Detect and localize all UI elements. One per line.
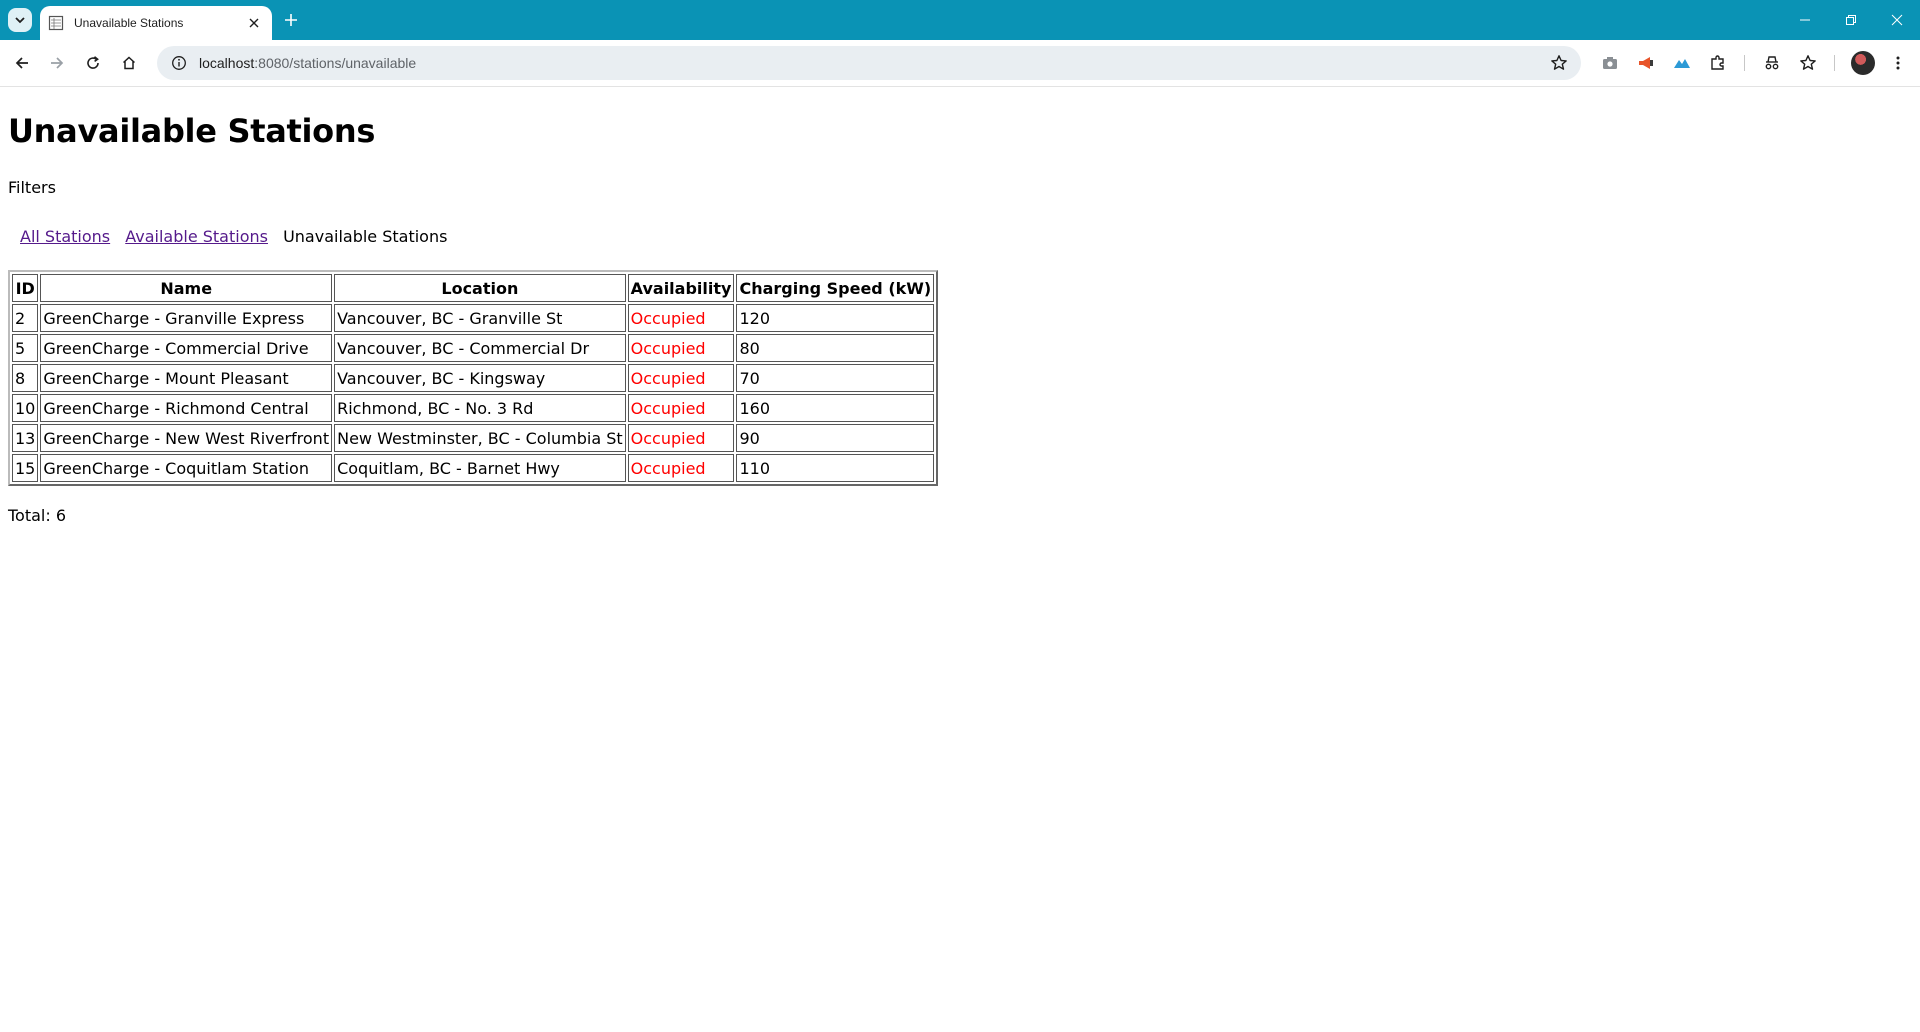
browser-tab-bar: Unavailable Stations	[0, 0, 1920, 40]
chevron-down-icon	[15, 17, 25, 24]
column-header-location: Location	[334, 274, 626, 302]
forward-button[interactable]	[45, 51, 69, 75]
table-row: 5 GreenCharge - Commercial Drive Vancouv…	[12, 334, 935, 362]
filter-current-unavailable: Unavailable Stations	[283, 227, 448, 246]
spy-glasses-icon	[1765, 56, 1779, 70]
cell-location: Vancouver, BC - Granville St	[334, 304, 626, 332]
cell-charging-speed: 80	[736, 334, 935, 362]
incognito-tools-button[interactable]	[1760, 51, 1784, 75]
cell-name: GreenCharge - Mount Pleasant	[40, 364, 333, 392]
cell-location: New Westminster, BC - Columbia St	[334, 424, 626, 452]
url-path: :8080/stations/unavailable	[254, 55, 417, 71]
megaphone-extension-button[interactable]	[1634, 51, 1658, 75]
arrow-left-icon	[15, 57, 28, 69]
cell-availability: Occupied	[627, 424, 735, 452]
camera-icon	[1603, 57, 1617, 69]
table-row: 15 GreenCharge - Coquitlam Station Coqui…	[12, 454, 935, 482]
filter-nav: All Stations Available Stations Unavaila…	[20, 227, 1920, 246]
tab-title: Unavailable Stations	[74, 16, 184, 30]
mountain-cloud-icon	[1674, 59, 1690, 68]
column-header-charging-speed: Charging Speed (kW)	[736, 274, 935, 302]
home-icon	[122, 56, 136, 70]
restore-icon	[1846, 15, 1856, 25]
cell-name: GreenCharge - Coquitlam Station	[40, 454, 333, 482]
browser-menu-button[interactable]	[1886, 51, 1910, 75]
page-favicon-icon	[48, 15, 64, 31]
stations-table: ID Name Location Availability Charging S…	[8, 270, 939, 486]
cell-availability: Occupied	[627, 364, 735, 392]
star-list-icon	[1800, 55, 1816, 70]
cell-name: GreenCharge - Richmond Central	[40, 394, 333, 422]
cell-name: GreenCharge - Granville Express	[40, 304, 333, 332]
cell-id: 13	[12, 424, 39, 452]
megaphone-icon	[1639, 57, 1653, 69]
browser-toolbar: localhost:8080/stations/unavailable	[0, 40, 1920, 87]
reload-icon	[87, 56, 99, 69]
table-header-row: ID Name Location Availability Charging S…	[12, 274, 935, 302]
site-info-icon[interactable]	[169, 53, 189, 73]
cell-name: GreenCharge - New West Riverfront	[40, 424, 333, 452]
filter-link-all-stations[interactable]: All Stations	[20, 227, 110, 246]
close-icon	[1891, 14, 1903, 26]
more-vertical-icon	[1896, 56, 1900, 70]
arrow-right-icon	[51, 57, 64, 69]
cell-location: Coquitlam, BC - Barnet Hwy	[334, 454, 626, 482]
cell-id: 8	[12, 364, 39, 392]
tab-search-button[interactable]	[8, 8, 32, 32]
page-content: Unavailable Stations Filters All Station…	[0, 87, 1920, 1032]
filter-link-available-stations[interactable]: Available Stations	[125, 227, 268, 246]
total-count: Total: 6	[8, 506, 67, 525]
plus-icon	[285, 14, 297, 26]
new-tab-button[interactable]	[280, 9, 302, 31]
restore-window-button[interactable]	[1828, 0, 1874, 40]
toolbar-separator	[1744, 55, 1745, 71]
close-window-button[interactable]	[1874, 0, 1920, 40]
table-row: 8 GreenCharge - Mount Pleasant Vancouver…	[12, 364, 935, 392]
url-host: localhost	[199, 55, 255, 71]
cell-location: Richmond, BC - No. 3 Rd	[334, 394, 626, 422]
home-button[interactable]	[117, 51, 141, 75]
minimize-icon	[1800, 19, 1810, 21]
bookmark-star-icon[interactable]	[1547, 51, 1571, 75]
page-title: Unavailable Stations	[8, 112, 376, 150]
address-bar[interactable]: localhost:8080/stations/unavailable	[157, 46, 1581, 80]
bookmarks-button[interactable]	[1796, 51, 1820, 75]
cell-charging-speed: 110	[736, 454, 935, 482]
cell-charging-speed: 90	[736, 424, 935, 452]
table-row: 13 GreenCharge - New West Riverfront New…	[12, 424, 935, 452]
profile-avatar[interactable]	[1851, 51, 1875, 75]
cell-availability: Occupied	[627, 454, 735, 482]
cell-id: 5	[12, 334, 39, 362]
cell-charging-speed: 160	[736, 394, 935, 422]
cell-id: 10	[12, 394, 39, 422]
reload-button[interactable]	[81, 51, 105, 75]
column-header-availability: Availability	[627, 274, 735, 302]
table-row: 10 GreenCharge - Richmond Central Richmo…	[12, 394, 935, 422]
cell-name: GreenCharge - Commercial Drive	[40, 334, 333, 362]
table-row: 2 GreenCharge - Granville Express Vancou…	[12, 304, 935, 332]
minimize-window-button[interactable]	[1782, 0, 1828, 40]
cell-location: Vancouver, BC - Commercial Dr	[334, 334, 626, 362]
puzzle-icon	[1711, 55, 1724, 70]
url-text: localhost:8080/stations/unavailable	[199, 55, 1547, 71]
cell-availability: Occupied	[627, 394, 735, 422]
cell-availability: Occupied	[627, 304, 735, 332]
cell-availability: Occupied	[627, 334, 735, 362]
cell-id: 2	[12, 304, 39, 332]
cell-location: Vancouver, BC - Kingsway	[334, 364, 626, 392]
cell-charging-speed: 120	[736, 304, 935, 332]
back-button[interactable]	[10, 51, 34, 75]
cloud-extension-button[interactable]	[1670, 51, 1694, 75]
filters-label: Filters	[8, 178, 56, 197]
column-header-id: ID	[12, 274, 39, 302]
toolbar-separator	[1834, 55, 1835, 71]
column-header-name: Name	[40, 274, 333, 302]
close-tab-icon[interactable]	[244, 13, 264, 33]
browser-tab-active[interactable]: Unavailable Stations	[40, 6, 272, 40]
cell-id: 15	[12, 454, 39, 482]
screenshot-extension-button[interactable]	[1598, 51, 1622, 75]
extensions-button[interactable]	[1706, 51, 1730, 75]
cell-charging-speed: 70	[736, 364, 935, 392]
